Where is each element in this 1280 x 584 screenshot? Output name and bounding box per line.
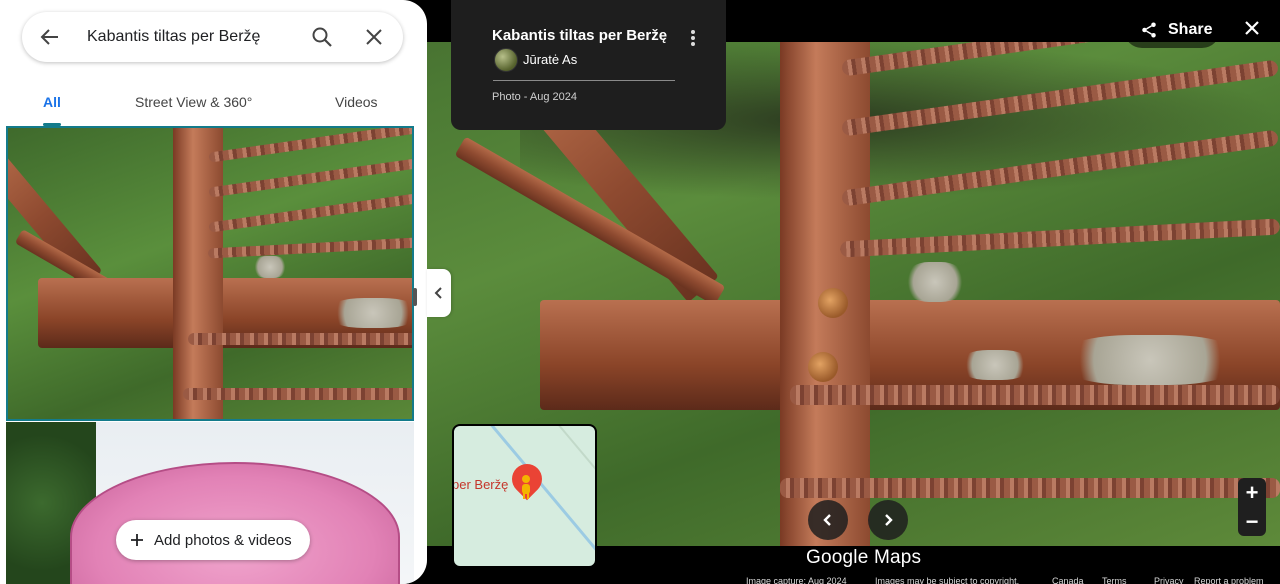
tab-all[interactable]: All (43, 94, 61, 110)
minimap[interactable]: per Beržę (452, 424, 597, 568)
more-options-icon[interactable] (687, 28, 699, 48)
add-photos-button[interactable]: Add photos & videos (116, 520, 310, 560)
collapse-panel-button[interactable] (427, 269, 451, 317)
photo-meta: Photo - Aug 2024 (492, 91, 578, 103)
search-input[interactable]: Kabantis tiltas per Beržę (87, 28, 260, 46)
photo-thumbnail[interactable] (6, 126, 414, 421)
zoom-out-button[interactable]: − (1238, 507, 1266, 536)
report-problem-link[interactable]: Report a problem (1194, 576, 1264, 584)
add-photos-label: Add photos & videos (154, 531, 292, 549)
plus-icon (131, 534, 143, 546)
zoom-control: + − (1238, 478, 1266, 536)
search-box[interactable]: Kabantis tiltas per Beržę (22, 12, 403, 62)
footer: Image capture: Aug 2024 Images may be su… (740, 574, 1280, 584)
image-capture-date: Image capture: Aug 2024 (746, 576, 847, 584)
tab-videos[interactable]: Videos (335, 94, 378, 110)
chevron-left-icon (434, 287, 442, 299)
terms-link[interactable]: Terms (1102, 576, 1127, 584)
share-icon (1142, 22, 1156, 38)
minimap-label: per Beržę (452, 477, 509, 492)
privacy-link[interactable]: Privacy (1154, 576, 1184, 584)
country-label[interactable]: Canada (1052, 576, 1084, 584)
chevron-right-icon (885, 514, 893, 526)
search-icon[interactable] (310, 25, 334, 49)
tab-street-view[interactable]: Street View & 360° (135, 94, 252, 110)
close-icon (1245, 21, 1259, 35)
scrollbar[interactable] (413, 288, 417, 306)
photo-info-card: Kabantis tiltas per Beržę Jūratė As Phot… (451, 0, 726, 130)
pegman-icon (522, 475, 530, 499)
photo-title[interactable]: Kabantis tiltas per Beržę (492, 27, 667, 44)
copyright-notice: Images may be subject to copyright. (875, 576, 1020, 584)
google-maps-logo: Google Maps (806, 547, 922, 568)
close-viewer-button[interactable] (1236, 12, 1268, 44)
photo-author[interactable]: Jūratė As (523, 52, 577, 67)
maps-photo-viewer: Share Kabantis tiltas per Beržę Jūratė A… (0, 0, 1280, 584)
clear-icon[interactable] (362, 25, 386, 49)
avatar[interactable] (494, 48, 518, 72)
divider (493, 80, 675, 81)
side-panel: Kabantis tiltas per Beržę All Street Vie… (0, 0, 427, 584)
zoom-in-button[interactable]: + (1238, 478, 1266, 507)
chevron-left-icon (823, 514, 831, 526)
next-photo-button[interactable] (868, 500, 908, 540)
previous-photo-button[interactable] (808, 500, 848, 540)
share-button[interactable]: Share (1124, 12, 1220, 48)
share-label: Share (1168, 21, 1213, 38)
back-arrow-icon[interactable] (38, 25, 62, 49)
